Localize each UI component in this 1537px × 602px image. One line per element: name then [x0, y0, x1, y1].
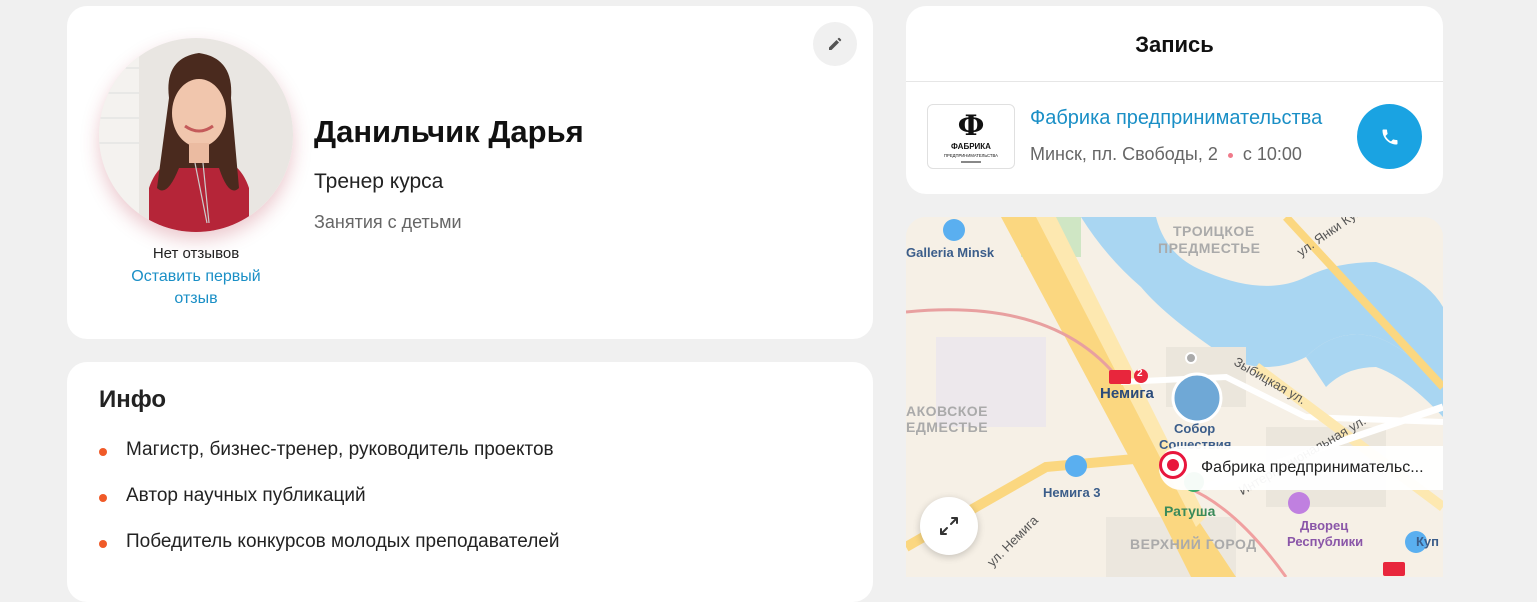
company-link[interactable]: Фабрика предпринимательства [1030, 107, 1322, 130]
trainer-profile-card: Данильчик Дарья Тренер курса Занятия с д… [67, 6, 873, 339]
booking-card: Запись Ф ФАБРИКА ПРЕДПРИНИМАТЕЛЬСТВА Фаб… [906, 6, 1443, 194]
map-label-galleria: Galleria Minsk [906, 245, 995, 260]
map-label-palace: Республики [1287, 534, 1364, 549]
map-label-district: ЕДМЕСТЬЕ [906, 419, 989, 435]
location-map[interactable]: Galleria Minsk ТРОИЦКОЕ ПРЕДМЕСТЬЕ ул. Я… [906, 217, 1443, 577]
info-item-text: Магистр, бизнес-тренер, руководитель про… [126, 439, 554, 460]
svg-text:ПРЕДПРИНИМАТЕЛЬСТВА: ПРЕДПРИНИМАТЕЛЬСТВА [944, 153, 998, 158]
info-title: Инфо [99, 386, 167, 413]
bullet-dot [99, 448, 107, 456]
map-label-district: ТРОИЦКОЕ [1173, 223, 1255, 239]
info-item-text: Победитель конкурсов молодых преподавате… [126, 531, 560, 552]
reviews-status: Нет отзывов [152, 245, 240, 262]
location-pin-icon[interactable] [1159, 451, 1187, 479]
company-logo: Ф ФАБРИКА ПРЕДПРИНИМАТЕЛЬСТВА [927, 104, 1015, 169]
opening-time: с 10:00 [1242, 144, 1302, 164]
info-list-item: Победитель конкурсов молодых преподавате… [99, 530, 559, 576]
pin-label-text: Фабрика предпринимательс... [1201, 459, 1424, 476]
info-card: Инфо Магистр, бизнес-тренер, руководител… [67, 362, 873, 602]
map-label-district: ВЕРХНИЙ ГОРОД [1130, 536, 1257, 552]
expand-icon [940, 517, 958, 535]
info-list-item: Автор научных публикаций [99, 484, 559, 530]
metro-station-label: Немига [1100, 385, 1154, 402]
map-label-district: АКОВСКОЕ [906, 403, 989, 419]
location-pin-label[interactable]: Фабрика предпринимательс... [1159, 446, 1443, 490]
map-label-ratusha: Ратуша [1164, 503, 1216, 519]
metro-line-number: 2 [1137, 368, 1143, 379]
bullet-dot [99, 540, 107, 548]
divider [906, 81, 1443, 82]
trainer-avatar [99, 38, 293, 232]
bullet-dot [99, 494, 107, 502]
pencil-icon [829, 37, 842, 50]
call-button[interactable] [1357, 104, 1422, 169]
phone-icon [1382, 129, 1397, 144]
trainer-role: Тренер курса [314, 170, 444, 193]
separator-dot [1227, 152, 1233, 158]
booking-title: Запись [1135, 32, 1214, 57]
map-label-nemiga3: Немига 3 [1043, 485, 1101, 500]
svg-text:Ф: Ф [958, 109, 985, 142]
info-list: Магистр, бизнес-тренер, руководитель про… [99, 438, 559, 576]
map-label-district: ПРЕДМЕСТЬЕ [1158, 240, 1261, 256]
leave-first-review-link[interactable]: Оставить первый отзыв [117, 266, 275, 310]
map-label-sobor: Собор [1174, 421, 1216, 436]
trainer-specialization: Занятия с детьми [314, 212, 462, 232]
map-canvas [906, 217, 1443, 577]
map-label-palace: Дворец [1300, 518, 1349, 533]
svg-text:ФАБРИКА: ФАБРИКА [951, 142, 991, 151]
info-list-item: Магистр, бизнес-тренер, руководитель про… [99, 438, 559, 484]
info-item-text: Автор научных публикаций [126, 485, 366, 506]
trainer-name: Данильчик Дарья [314, 114, 584, 149]
expand-map-button[interactable] [920, 497, 978, 555]
edit-profile-button[interactable] [813, 22, 857, 66]
company-address-line: Минск, пл. Свободы, 2 с 10:00 [1030, 144, 1302, 165]
company-address: Минск, пл. Свободы, 2 [1030, 144, 1218, 164]
map-label-poi: Куп [1416, 534, 1440, 549]
